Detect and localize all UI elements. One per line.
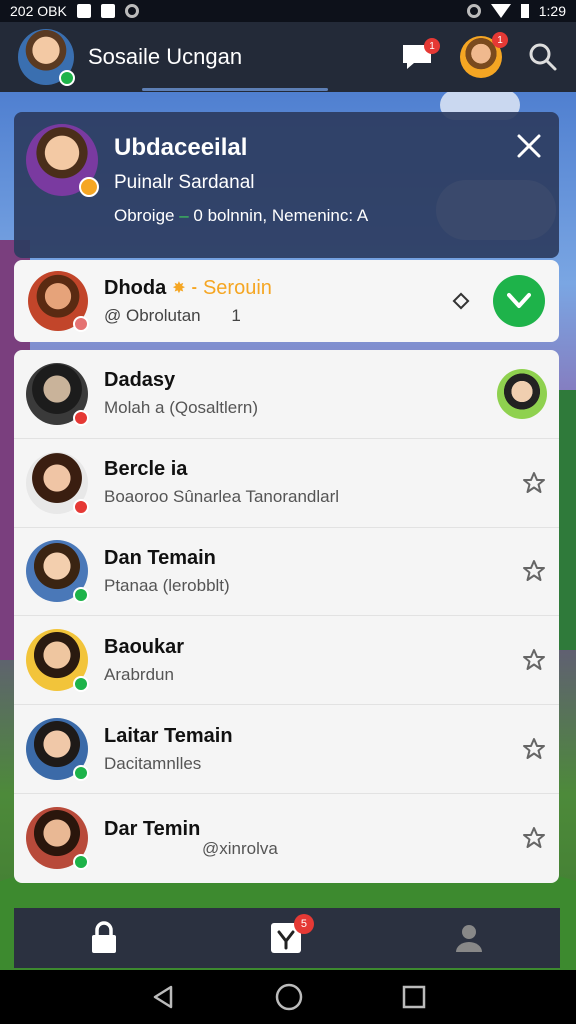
battery-icon [520,4,529,18]
notification-icon [100,4,115,18]
contact-avatar [26,718,89,782]
contact-name: Bercle ia [104,458,188,481]
diamond-icon [452,292,470,310]
sparkle-icon: ✸ [172,280,186,297]
list-item[interactable]: Dadasy Molah a (Qosaltlern) [14,350,559,439]
profile-meta-prefix: Obroige [114,206,175,225]
list-item[interactable]: Baoukar Arabrdun [14,616,559,706]
request-name: Dhoda [104,276,167,299]
profile-meta: Obroige – 0 bolnnin, Nemeninc: A [114,206,368,226]
contact-name: Baoukar [104,635,185,658]
tab-indicator [142,88,328,91]
friend-request-card[interactable]: Dhoda ✸ - Serouin @ Obrolutan 1 [14,260,559,342]
lock-button[interactable] [89,921,119,955]
contact-avatar [26,540,89,604]
alarm-icon [466,4,481,18]
star-icon[interactable] [521,558,547,584]
contact-badge [73,498,89,515]
person-icon [455,925,482,952]
chat-badge: 1 [424,38,440,54]
contact-name: Dadasy [104,369,176,392]
accept-button[interactable] [493,275,545,327]
contact-avatar [26,629,89,693]
contact-name: Laitar Temain [104,724,233,747]
contact-avatar [26,362,89,426]
request-avatar [28,271,89,332]
gmail-icon [76,4,91,18]
wifi-icon [490,4,511,18]
profile-button[interactable] [453,922,485,954]
profile-badge [79,177,99,197]
request-count: 1 [231,305,241,325]
status-bar: 202 OBK 1:29 [0,0,576,22]
recents-icon[interactable] [401,984,427,1010]
list-item[interactable]: Laitar Temain Dacitamnlles [14,705,559,794]
star-icon[interactable] [521,825,547,851]
profile-meta-suffix: 0 bolnnin, Nemeninc: A [193,206,369,225]
contact-avatar [26,807,89,871]
contact-sub: Molah a (Qosaltlern) [104,398,259,418]
contact-sub: Boaoroo Sûnarlea Tanorandlarl [104,487,340,507]
star-icon[interactable] [521,647,547,673]
contact-badge [73,409,89,426]
profile-name: Ubdaceeilal [114,134,248,161]
bottom-nav: 5 [14,908,560,968]
sync-icon [124,4,139,18]
dash: - [191,279,197,296]
status-time-left: 202 OBK [10,3,67,19]
contact-sub: @xinrolva [202,838,278,858]
app-title: Sosaile Ucngan [88,44,243,69]
inbox-badge: 5 [293,914,314,934]
profile-card: Ubdaceeilal Puinalr Sardanal Obroige – 0… [14,112,559,258]
contact-sub: Ptanaa (lerobblt) [104,575,230,595]
app-bar: Sosaile Ucngan 1 1 [0,22,576,92]
contact-avatar [26,451,89,515]
list-item[interactable]: Dar Temin @xinrolva [14,794,559,883]
contacts-list: Dadasy Molah a (Qosaltlern) Bercle ia Bo… [14,350,559,883]
request-tag: Serouin [202,276,272,299]
request-badge [73,316,89,332]
contact-badge [73,676,89,693]
contact-badge [73,765,89,782]
friend-badge: 1 [492,32,508,48]
star-icon[interactable] [521,736,547,762]
list-item[interactable]: Dan Temain Ptanaa (lerobblt) [14,528,559,617]
contact-badge [73,587,89,604]
checkmark-icon [507,293,531,308]
chat-button[interactable]: 1 [400,38,440,72]
lock-icon [92,921,117,953]
list-item[interactable]: Bercle ia Boaoroo Sûnarlea Tanorandlarl [14,439,559,528]
search-button[interactable] [528,42,558,72]
back-icon[interactable] [149,983,177,1011]
system-nav-bar [0,970,576,1024]
contact-mini-avatar[interactable] [497,368,547,419]
star-icon[interactable] [521,470,547,496]
search-icon [529,43,557,71]
status-time-right: 1:29 [538,3,566,19]
online-badge [59,70,75,86]
home-icon[interactable] [274,982,304,1012]
user-avatar[interactable] [18,29,75,86]
profile-meta-dot: – [174,206,194,225]
contact-sub: Dacitamnlles [104,753,202,773]
close-icon[interactable] [515,132,543,160]
profile-subtitle: Puinalr Sardanal [114,172,255,193]
profile-avatar[interactable] [26,124,99,197]
inbox-button[interactable]: 5 [270,914,314,954]
friend-avatar-button[interactable]: 1 [460,32,508,78]
contact-badge [73,854,89,871]
contact-name: Dar Temin [104,817,201,840]
request-handle: @ Obrolutan [104,305,201,325]
contact-name: Dan Temain [104,546,216,569]
contact-sub: Arabrdun [104,664,174,684]
